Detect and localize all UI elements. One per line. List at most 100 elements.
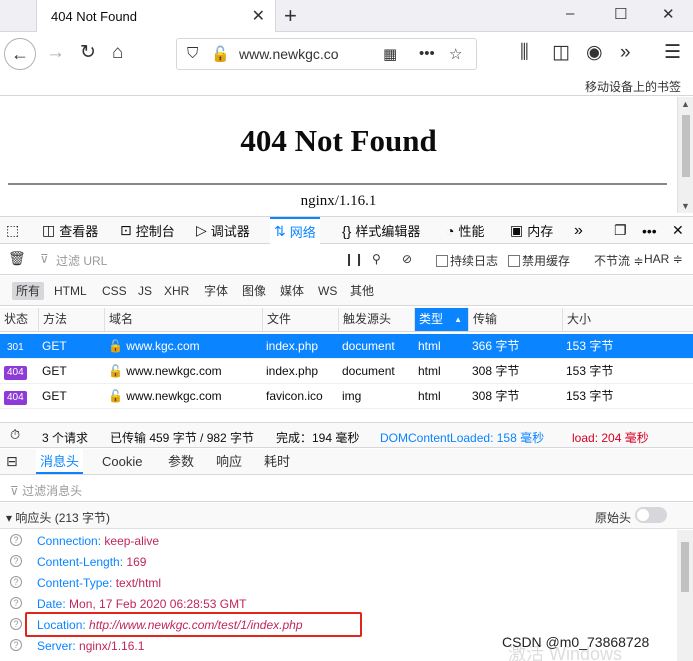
url-bar[interactable]: ⛉ 🔓 www.newkgc.co ▦ ••• ☆: [176, 38, 477, 70]
tab-inspector[interactable]: ◫ 查看器: [42, 217, 98, 244]
help-icon[interactable]: ?: [10, 618, 22, 630]
url-filter-input[interactable]: 过滤 URL: [56, 252, 107, 269]
disable-cache-checkbox[interactable]: 禁用缓存: [508, 252, 570, 269]
url-text[interactable]: www.newkgc.co: [239, 46, 389, 62]
scrollbar-thumb[interactable]: [682, 115, 690, 177]
network-filter-bar: 🗑 ⊽ 过滤 URL ❙❙ ⚲ ⊘ 持续日志 禁用缓存 不节流 ≑ HAR ≑: [0, 245, 693, 275]
tab-memory[interactable]: ▣ 内存: [510, 217, 553, 244]
column-header-type[interactable]: 类型 ▲: [414, 308, 468, 331]
insecure-lock-icon[interactable]: 🔓: [211, 45, 230, 63]
help-icon[interactable]: ?: [10, 555, 22, 567]
tab-performance[interactable]: ◔ 性能: [446, 217, 484, 244]
server-signature: nginx/1.16.1: [300, 193, 377, 209]
close-icon[interactable]: ✕: [252, 6, 265, 26]
type-filter-media[interactable]: 媒体: [276, 282, 308, 300]
type-filter-other[interactable]: 其他: [346, 282, 378, 300]
type-filter-xhr[interactable]: XHR: [160, 282, 193, 300]
har-select[interactable]: HAR ≑: [644, 252, 683, 266]
bookmark-star-icon[interactable]: ☆: [449, 45, 462, 63]
library-icon[interactable]: ⫼: [520, 42, 529, 64]
checkbox[interactable]: [508, 255, 520, 267]
tab-404-not-found[interactable]: 404 Not Found ✕: [36, 0, 276, 32]
type-filter-images[interactable]: 图像: [238, 282, 270, 300]
type-filter-all[interactable]: 所有: [12, 282, 45, 300]
throttle-select[interactable]: 不节流 ≑: [594, 252, 643, 269]
sort-ascending-icon: ▲: [454, 315, 462, 324]
domain-cell: 🔓 www.kgc.com: [104, 334, 200, 359]
type-filter-fonts[interactable]: 字体: [200, 282, 232, 300]
help-icon[interactable]: ?: [10, 639, 22, 651]
tab-network[interactable]: ⇅ 网络: [270, 217, 320, 244]
close-devtools-icon[interactable]: ✕: [672, 217, 684, 244]
minimize-icon[interactable]: –: [566, 5, 574, 22]
tab-headers[interactable]: 消息头: [36, 449, 84, 474]
help-icon[interactable]: ?: [10, 534, 22, 546]
tab-cookies[interactable]: Cookie: [98, 449, 146, 474]
persist-log-checkbox[interactable]: 持续日志: [436, 252, 498, 269]
more-tools-icon[interactable]: »: [574, 217, 583, 244]
tab-timings[interactable]: 耗时: [260, 449, 294, 474]
column-header-file[interactable]: 文件: [262, 308, 338, 331]
home-icon[interactable]: ⌂: [112, 42, 123, 64]
tab-response[interactable]: 响应: [212, 449, 246, 474]
dock-icon[interactable]: ❐: [614, 217, 627, 244]
type-filter-js[interactable]: JS: [134, 282, 156, 300]
column-header-cause[interactable]: 触发源头: [338, 308, 414, 331]
menu-icon[interactable]: ☰: [664, 42, 681, 64]
forward-icon[interactable]: →: [46, 42, 65, 64]
scroll-up-icon[interactable]: ▲: [681, 99, 690, 109]
column-header-size[interactable]: 大小: [562, 308, 693, 331]
shield-icon[interactable]: ⛉: [187, 45, 198, 62]
column-header-domain[interactable]: 域名: [104, 308, 262, 331]
column-header-transferred[interactable]: 传输: [468, 308, 562, 331]
tab-params[interactable]: 参数: [164, 449, 198, 474]
element-picker-icon[interactable]: ⬚: [6, 217, 19, 244]
raw-headers-toggle[interactable]: [635, 507, 667, 523]
new-tab-button[interactable]: +: [284, 3, 297, 29]
page-actions-icon[interactable]: •••: [419, 45, 435, 62]
mobile-bookmarks-link[interactable]: 移动设备上的书签: [585, 78, 681, 95]
account-icon[interactable]: ◉: [586, 42, 603, 64]
type-filter-ws[interactable]: WS: [314, 282, 341, 300]
back-button[interactable]: ←: [4, 38, 36, 70]
pause-icon[interactable]: ❙❙: [344, 252, 364, 266]
type-filter-html[interactable]: HTML: [50, 282, 91, 300]
overflow-chevron-icon[interactable]: »: [620, 42, 631, 64]
close-window-icon[interactable]: ✕: [662, 5, 675, 23]
help-icon[interactable]: ?: [10, 576, 22, 588]
tab-console[interactable]: ⊡ 控制台: [120, 217, 175, 244]
scrollbar-thumb[interactable]: [681, 542, 689, 592]
qr-code-icon[interactable]: ▦: [383, 45, 397, 63]
checkbox[interactable]: [436, 255, 448, 267]
scroll-down-icon[interactable]: ▼: [681, 201, 690, 211]
maximize-icon[interactable]: ☐: [614, 5, 627, 23]
table-row[interactable]: 301 GET 🔓 www.kgc.com index.php document…: [0, 334, 693, 359]
table-row[interactable]: 404 GET 🔓 www.newkgc.com favicon.ico img…: [0, 384, 693, 409]
table-row[interactable]: 404 GET 🔓 www.newkgc.com index.php docum…: [0, 359, 693, 384]
options-menu-icon[interactable]: •••: [642, 217, 657, 244]
tab-style-editor[interactable]: {} 样式编辑器: [342, 217, 420, 244]
dom-content-loaded-time: DOMContentLoaded: 158 毫秒: [380, 431, 545, 445]
column-header-status[interactable]: 状态: [0, 308, 38, 331]
search-icon[interactable]: ⚲: [372, 252, 381, 266]
trash-icon[interactable]: 🗑: [8, 250, 26, 267]
response-headers-section[interactable]: ▾ 响应头 (213 字节) 原始头: [0, 503, 693, 529]
toggle-sidebar-icon[interactable]: ⊟: [2, 449, 22, 474]
requests-table-header: 状态 方法 域名 文件 触发源头 类型 ▲ 传输 大小: [0, 308, 693, 332]
headers-filter[interactable]: ⊽ 过滤消息头: [0, 476, 693, 502]
reload-icon[interactable]: ↻: [80, 42, 96, 64]
tab-debugger[interactable]: ▷ 调试器: [196, 217, 250, 244]
navigation-bar: ← → ↻ ⌂ ⛉ 🔓 www.newkgc.co ▦ ••• ☆ ⫼ ◫ ◉ …: [0, 32, 693, 76]
type-filter-bar: 所有 HTML CSS JS XHR 字体 图像 媒体 WS 其他: [0, 276, 693, 306]
header-key: Content-Type:: [37, 576, 113, 590]
transferred-cell: 308 字节: [472, 389, 520, 403]
column-header-method[interactable]: 方法: [38, 308, 104, 331]
type-filter-css[interactable]: CSS: [98, 282, 131, 300]
help-icon[interactable]: ?: [10, 597, 22, 609]
headers-scrollbar[interactable]: [677, 530, 693, 661]
response-headers-title[interactable]: ▾ 响应头 (213 字节): [6, 509, 110, 526]
block-icon[interactable]: ⊘: [402, 252, 412, 266]
page-scrollbar[interactable]: ▲ ▼: [677, 97, 693, 213]
sidebar-icon[interactable]: ◫: [552, 42, 570, 64]
headers-filter-input[interactable]: ⊽ 过滤消息头: [10, 482, 82, 499]
